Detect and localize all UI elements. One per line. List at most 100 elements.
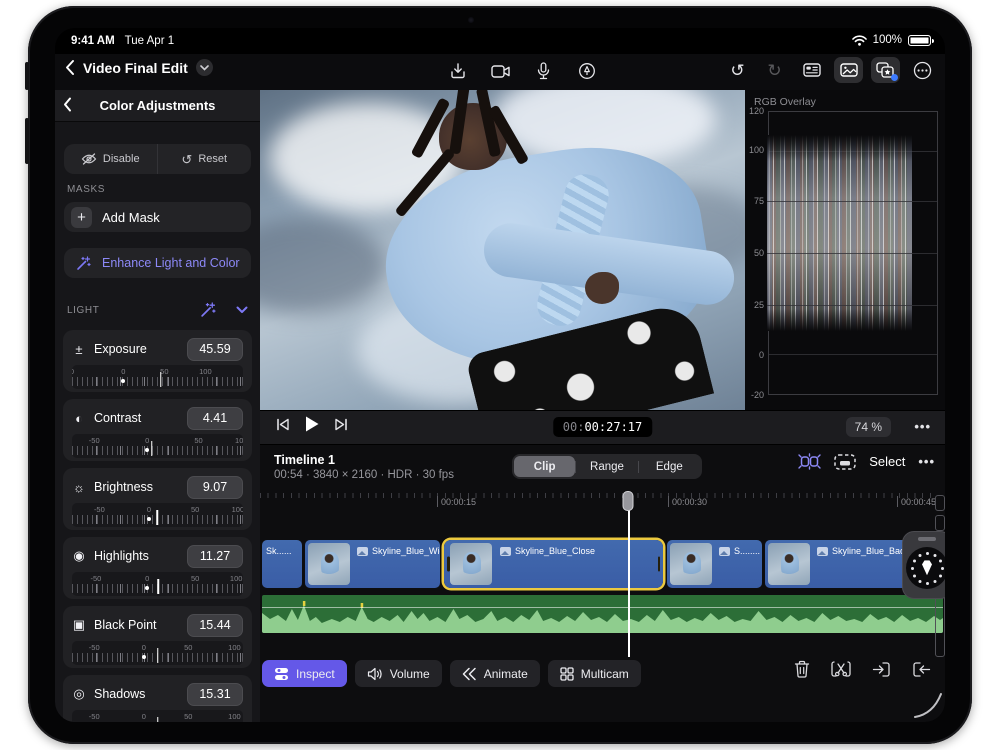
ellipsis-circle-icon [913, 61, 932, 80]
edit-mode-segmented-control: Clip Range Edge [512, 454, 702, 479]
video-scope-panel: RGB Overlay 120 100 75 50 25 0 -20 [745, 90, 945, 410]
slider-ruler[interactable]: -50 0 50 100 [72, 503, 243, 527]
slider-cursor[interactable] [160, 372, 162, 387]
auto-enhance-button[interactable] [200, 302, 216, 318]
redo-button[interactable]: ↻ [760, 57, 789, 83]
volume-button[interactable]: Volume [355, 660, 442, 687]
viewer-zoom-button[interactable]: 74 % [846, 417, 891, 437]
slider-ruler[interactable]: -50 0 50 100 [72, 365, 243, 389]
tick-label: -50 [72, 367, 74, 376]
jog-wheel[interactable] [902, 531, 945, 599]
select-button[interactable]: Select [869, 454, 905, 469]
mode-edge[interactable]: Edge [639, 456, 700, 477]
overwrite-clip-button[interactable] [912, 661, 931, 678]
more-button[interactable] [908, 57, 937, 83]
audio-track[interactable] [262, 595, 943, 633]
multicam-button[interactable]: Multicam [548, 660, 641, 687]
mode-clip[interactable]: Clip [514, 456, 575, 477]
overlay-clip-button[interactable] [834, 454, 856, 470]
slider-value[interactable]: 15.44 [187, 614, 243, 637]
play-button[interactable] [304, 415, 320, 433]
tick-label: -50 [89, 712, 100, 721]
ipad-device-frame: 9:41 AM Tue Apr 1 100% Video Final Edit [28, 6, 972, 744]
rgb-waveform [767, 135, 912, 331]
slider-ruler[interactable]: -50 0 50 100 [72, 641, 243, 665]
timeline-toolbar: Inspect Volume Animate [262, 660, 641, 687]
animate-button[interactable]: Animate [450, 660, 540, 687]
inspect-button[interactable]: Inspect [262, 660, 347, 687]
slider-ruler[interactable]: -50 0 50 100 [72, 572, 243, 596]
jog-wheel-dial[interactable] [906, 547, 945, 589]
slider-cursor[interactable] [151, 441, 153, 456]
draw-button[interactable] [572, 58, 601, 84]
slider-value[interactable]: 45.59 [187, 338, 243, 361]
skip-to-start-button[interactable] [276, 418, 290, 431]
timeline-more-button[interactable]: ••• [918, 454, 935, 469]
viewer-more-button[interactable]: ••• [914, 419, 931, 434]
collapse-section-button[interactable] [236, 306, 248, 314]
clip-selected[interactable]: Skyline_Blue_Close [444, 540, 663, 588]
delete-button[interactable] [794, 660, 810, 678]
browser-button[interactable] [797, 57, 826, 83]
slider-cursor[interactable] [157, 510, 159, 525]
mode-range[interactable]: Range [576, 456, 637, 477]
undo-button[interactable]: ↺ [723, 57, 752, 83]
light-section-header: LIGHT [67, 302, 248, 318]
slider-cursor[interactable] [157, 579, 159, 594]
clip[interactable]: Sk...... [262, 540, 302, 588]
disable-button[interactable]: Disable [64, 144, 158, 174]
tick-label: 100 [235, 436, 243, 445]
playhead-line[interactable] [628, 497, 630, 657]
speaker-icon [367, 667, 383, 681]
tick-label: -50 [89, 436, 100, 445]
split-clip-button[interactable] [831, 660, 851, 678]
chevron-down-icon [236, 306, 248, 314]
project-menu-button[interactable] [196, 59, 213, 76]
clip[interactable]: Skyline_Blue_Wide [305, 540, 440, 588]
color-adjustments-panel: Color Adjustments Disable ↺ Reset MASKS [55, 90, 260, 722]
cloud-shape [260, 218, 386, 314]
microphone-button[interactable] [529, 58, 558, 84]
tool-label: Animate [484, 667, 528, 681]
tick-label: 100 [228, 643, 241, 652]
tick-label: -50 [91, 574, 102, 583]
slider-cursor[interactable] [157, 717, 159, 722]
masks-heading: MASKS [67, 184, 105, 195]
add-mask-button[interactable]: + Add Mask [64, 202, 251, 232]
corner-swipe-hint [913, 692, 943, 718]
slider-ruler[interactable]: -50 0 50 100 [72, 710, 243, 722]
ruler-ticks [260, 493, 936, 498]
timeline-ruler[interactable]: 00:00:15 00:00:30 00:00:45 [260, 493, 936, 511]
slider-brightness: ☼ Brightness 9.07 -50 0 50 100 [63, 468, 252, 530]
trim-handle-left[interactable] [447, 557, 450, 572]
connect-clip-button[interactable] [798, 453, 821, 470]
enhance-button[interactable]: Enhance Light and Color [64, 248, 251, 278]
trim-handle-right[interactable] [658, 557, 661, 572]
import-button[interactable] [443, 58, 472, 84]
slider-value[interactable]: 15.31 [187, 683, 243, 706]
playhead-handle[interactable] [623, 491, 634, 511]
clip[interactable]: S........ [667, 540, 762, 588]
scope-y-label: 100 [745, 145, 764, 155]
media-button[interactable] [834, 57, 863, 83]
slider-value[interactable]: 11.27 [187, 545, 243, 568]
insert-right-icon [912, 661, 931, 678]
plus-icon: + [71, 207, 92, 228]
exposure-icon: ± [72, 342, 86, 357]
slider-ruler[interactable]: -50 0 50 100 [72, 434, 243, 458]
camera-button[interactable] [486, 58, 515, 84]
image-icon [357, 547, 368, 556]
back-button[interactable] [65, 59, 75, 76]
reset-button[interactable]: ↺ Reset [158, 144, 252, 174]
slider-value[interactable]: 9.07 [187, 476, 243, 499]
effects-button[interactable] [871, 57, 900, 83]
insert-clip-button[interactable] [872, 661, 891, 678]
viewer-preview[interactable] [260, 90, 745, 410]
slider-value[interactable]: 4.41 [187, 407, 243, 430]
ruler-timestamp: 00:00:15 [437, 496, 476, 507]
slider-cursor[interactable] [157, 648, 159, 663]
magic-wand-icon [76, 256, 91, 271]
skip-to-end-button[interactable] [334, 418, 348, 431]
slider-name: Highlights [94, 549, 179, 563]
project-title[interactable]: Video Final Edit [83, 60, 188, 76]
